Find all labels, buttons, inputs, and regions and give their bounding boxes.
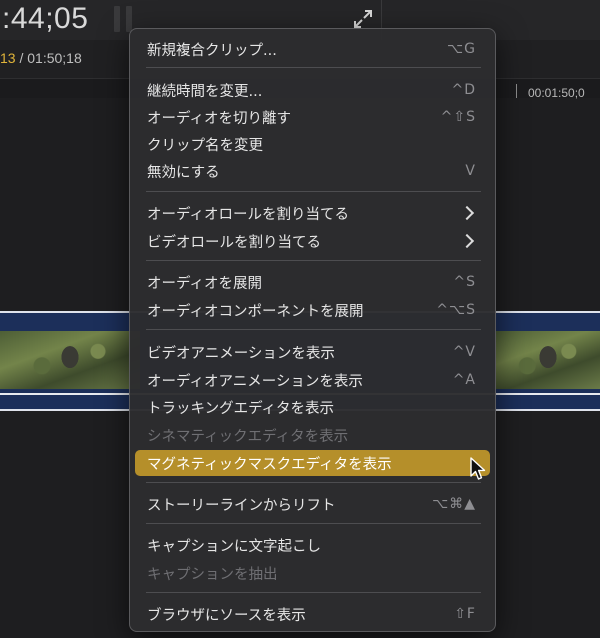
menu-item-shortcut: ^A bbox=[452, 372, 476, 388]
menu-item-shortcut: ⌥⌘▲ bbox=[432, 496, 476, 512]
menu-item-shortcut: ⌥G bbox=[447, 41, 476, 57]
clip-thumbnail bbox=[0, 331, 140, 389]
menu-item-shortcut: ^V bbox=[452, 344, 476, 360]
playhead-time: 13 / 01:50;18 bbox=[0, 50, 82, 66]
menu-item-expand-audio-components[interactable]: オーディオコンポーネントを展開 ^⌥S bbox=[135, 297, 490, 323]
menu-item-label: オーディオを切り離す bbox=[147, 110, 291, 127]
menu-item-shortcut: ^⇧S bbox=[440, 109, 476, 125]
menu-item-extract-captions: キャプションを抽出 bbox=[135, 560, 490, 586]
menu-divider bbox=[146, 67, 481, 68]
menu-item-label: オーディオロールを割り当てる bbox=[147, 206, 349, 223]
menu-divider bbox=[146, 482, 481, 483]
current-time: 13 bbox=[0, 50, 16, 66]
menu-item-assign-audio-role[interactable]: オーディオロールを割り当てる bbox=[135, 200, 490, 226]
menu-item-detach-audio[interactable]: オーディオを切り離す ^⇧S bbox=[135, 104, 490, 130]
menu-item-shortcut: ^D bbox=[451, 82, 476, 98]
ruler-tick bbox=[516, 84, 517, 98]
mouse-cursor-icon bbox=[470, 457, 486, 480]
menu-item-new-compound-clip[interactable]: 新規複合クリップ... ⌥G bbox=[135, 36, 490, 62]
menu-divider bbox=[146, 523, 481, 524]
chevron-right-icon bbox=[459, 205, 475, 221]
menu-item-label: オーディオを展開 bbox=[147, 275, 262, 292]
menu-item-show-video-animation[interactable]: ビデオアニメーションを表示 ^V bbox=[135, 339, 490, 365]
menu-item-label: オーディオコンポーネントを展開 bbox=[147, 303, 364, 320]
menu-item-label: キャプションを抽出 bbox=[147, 566, 278, 583]
total-duration: / 01:50;18 bbox=[15, 50, 82, 66]
menu-item-shortcut: ^⌥S bbox=[436, 302, 476, 318]
menu-item-label: キャプションに文字起こし bbox=[147, 538, 321, 555]
menu-item-label: シネマティックエディタを表示 bbox=[147, 428, 349, 445]
fullscreen-icon[interactable] bbox=[352, 8, 374, 30]
menu-item-transcribe-to-captions[interactable]: キャプションに文字起こし bbox=[135, 532, 490, 558]
menu-item-expand-audio[interactable]: オーディオを展開 ^S bbox=[135, 269, 490, 295]
menu-item-shortcut: ^S bbox=[453, 274, 476, 290]
menu-item-shortcut: ⇧F bbox=[454, 606, 476, 622]
menu-item-show-audio-animation[interactable]: オーディオアニメーションを表示 ^A bbox=[135, 367, 490, 393]
menu-item-lift-from-storyline[interactable]: ストーリーラインからリフト ⌥⌘▲ bbox=[135, 491, 490, 517]
menu-divider bbox=[146, 329, 481, 330]
menu-item-show-cinematic-editor: シネマティックエディタを表示 bbox=[135, 422, 490, 448]
menu-item-label: 無効にする bbox=[147, 164, 220, 181]
menu-item-label: クリップ名を変更 bbox=[147, 137, 263, 154]
menu-item-assign-video-role[interactable]: ビデオロールを割り当てる bbox=[135, 228, 490, 254]
menu-item-reveal-source-in-browser[interactable]: ブラウザにソースを表示 ⇧F bbox=[135, 601, 490, 627]
menu-item-label: ストーリーラインからリフト bbox=[147, 497, 336, 514]
timecode-display: :44;05 bbox=[2, 2, 89, 35]
ruler-timecode: 00:01:50;0 bbox=[528, 86, 585, 100]
grip-handle[interactable] bbox=[114, 6, 120, 32]
menu-item-label: 新規複合クリップ... bbox=[147, 42, 277, 59]
chevron-right-icon bbox=[459, 233, 475, 249]
menu-item-label: ビデオロールを割り当てる bbox=[147, 234, 321, 251]
menu-divider bbox=[146, 260, 481, 261]
grip-handle[interactable] bbox=[126, 6, 132, 32]
menu-item-disable[interactable]: 無効にする V bbox=[135, 158, 490, 184]
menu-item-show-magnetic-mask-editor[interactable]: マグネティックマスクエディタを表示 bbox=[135, 450, 490, 476]
menu-item-label: オーディオアニメーションを表示 bbox=[147, 373, 363, 390]
menu-divider bbox=[146, 592, 481, 593]
menu-divider bbox=[146, 191, 481, 192]
clip-thumbnail bbox=[496, 331, 600, 389]
menu-item-shortcut: V bbox=[465, 163, 476, 179]
menu-item-label: 継続時間を変更... bbox=[147, 83, 263, 100]
menu-item-label: マグネティックマスクエディタを表示 bbox=[147, 456, 392, 473]
context-menu: 新規複合クリップ... ⌥G 継続時間を変更... ^D オーディオを切り離す … bbox=[129, 28, 496, 632]
menu-item-change-duration[interactable]: 継続時間を変更... ^D bbox=[135, 77, 490, 103]
menu-item-label: ビデオアニメーションを表示 bbox=[147, 345, 335, 362]
menu-item-show-tracking-editor[interactable]: トラッキングエディタを表示 bbox=[135, 394, 490, 420]
menu-item-label: ブラウザにソースを表示 bbox=[147, 607, 306, 624]
menu-item-label: トラッキングエディタを表示 bbox=[147, 400, 335, 417]
menu-item-rename-clip[interactable]: クリップ名を変更 bbox=[135, 131, 490, 157]
